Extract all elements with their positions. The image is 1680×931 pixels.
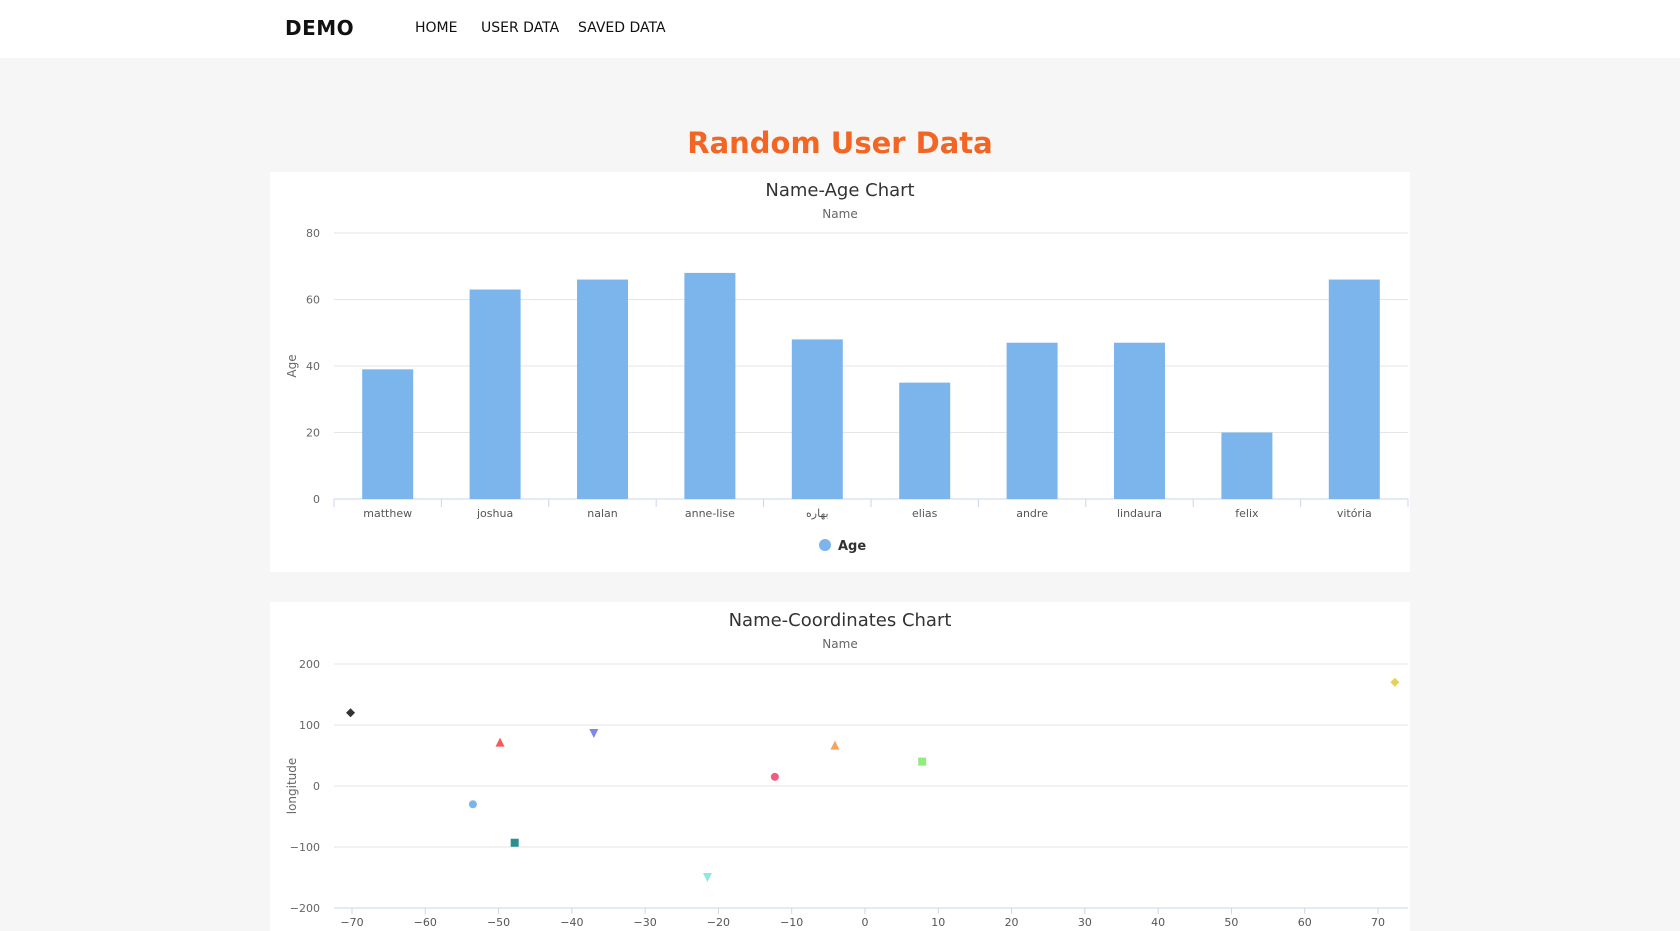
scatter-point[interactable] [702, 873, 712, 882]
bar[interactable] [1006, 342, 1058, 499]
y-tick-label: 20 [306, 427, 320, 440]
x-tick-label: 20 [1005, 916, 1019, 929]
y-tick-label: −100 [290, 841, 320, 854]
y-tick-label: −200 [290, 902, 320, 915]
page-title: Random User Data [687, 126, 993, 160]
x-tick-label: −60 [414, 916, 437, 929]
legend-marker[interactable] [819, 539, 831, 551]
scatter-point[interactable] [495, 737, 505, 747]
scatter-point[interactable] [510, 838, 519, 847]
nav-link-home[interactable]: HOME [415, 20, 457, 36]
bar[interactable] [1328, 279, 1380, 499]
bar[interactable] [899, 382, 951, 499]
scatter-point[interactable] [770, 772, 779, 781]
brand-logo[interactable]: DEMO [285, 16, 354, 40]
x-tick-label: 30 [1078, 916, 1092, 929]
bar[interactable] [469, 289, 521, 499]
scatter-point[interactable] [1390, 677, 1400, 687]
x-tick-label: elias [912, 507, 938, 520]
y-axis-label: longitude [285, 758, 299, 815]
legend-label[interactable]: Age [838, 539, 866, 554]
y-axis-label: Age [285, 354, 299, 377]
name-age-chart: Name-Age Chart Name Age 0 20 40 60 80 matthe… [285, 180, 1409, 554]
bar[interactable] [791, 339, 843, 499]
x-tick-label: 0 [862, 916, 869, 929]
x-tick-label: −40 [560, 916, 583, 929]
bar[interactable] [1221, 432, 1273, 500]
chart-title: Name-Age Chart [765, 180, 914, 201]
chart-subtitle: Name [822, 207, 857, 221]
scatter-point[interactable] [830, 740, 840, 750]
x-tick-label: 40 [1151, 916, 1165, 929]
name-coordinates-chart: Name-Coordinates Chart Name longitude 20… [285, 610, 1408, 929]
x-tick-label: بهاره [806, 507, 829, 520]
x-tick-label: joshua [476, 507, 513, 520]
scatter-point[interactable] [346, 708, 356, 718]
x-tick-label: lindaura [1117, 507, 1162, 520]
y-tick-label: 60 [306, 294, 320, 307]
x-tick-label: felix [1235, 507, 1259, 520]
name-coordinates-chart-card: Name-Coordinates Chart Name longitude 20… [270, 602, 1410, 931]
nav-link-saved-data[interactable]: SAVED DATA [578, 20, 666, 36]
x-tick-label: −20 [707, 916, 730, 929]
x-tick-label: 70 [1371, 916, 1385, 929]
x-tick-label: vitória [1337, 507, 1372, 520]
x-tick-label: 60 [1298, 916, 1312, 929]
scatter-point[interactable] [918, 757, 927, 766]
x-tick-label: −10 [780, 916, 803, 929]
y-tick-label: 200 [299, 658, 320, 671]
y-tick-label: 40 [306, 360, 320, 373]
bar[interactable] [1114, 342, 1165, 499]
chart-subtitle: Name [822, 637, 857, 651]
x-tick-label: −30 [634, 916, 657, 929]
y-tick-label: 0 [313, 493, 320, 506]
name-age-chart-card: Name-Age Chart Name Age 0 20 40 60 80 matthe… [270, 172, 1410, 572]
navbar: DEMO HOME USER DATA SAVED DATA [0, 0, 1680, 58]
x-tick-label: anne-lise [685, 507, 735, 520]
scatter-point[interactable] [589, 729, 599, 739]
x-tick-label: matthew [363, 507, 412, 520]
scatter-point[interactable] [468, 800, 477, 809]
chart-title: Name-Coordinates Chart [729, 610, 952, 631]
x-tick-label: andre [1016, 507, 1048, 520]
bar[interactable] [684, 272, 736, 499]
x-tick-label: −70 [340, 916, 363, 929]
x-tick-label: nalan [587, 507, 618, 520]
y-tick-label: 80 [306, 227, 320, 240]
y-tick-label: 0 [313, 780, 320, 793]
x-tick-label: 10 [931, 916, 945, 929]
bar[interactable] [362, 369, 414, 499]
nav-link-user-data[interactable]: USER DATA [481, 20, 559, 36]
x-tick-label: −50 [487, 916, 510, 929]
bar[interactable] [577, 279, 628, 499]
y-tick-label: 100 [299, 719, 320, 732]
x-tick-label: 50 [1224, 916, 1238, 929]
